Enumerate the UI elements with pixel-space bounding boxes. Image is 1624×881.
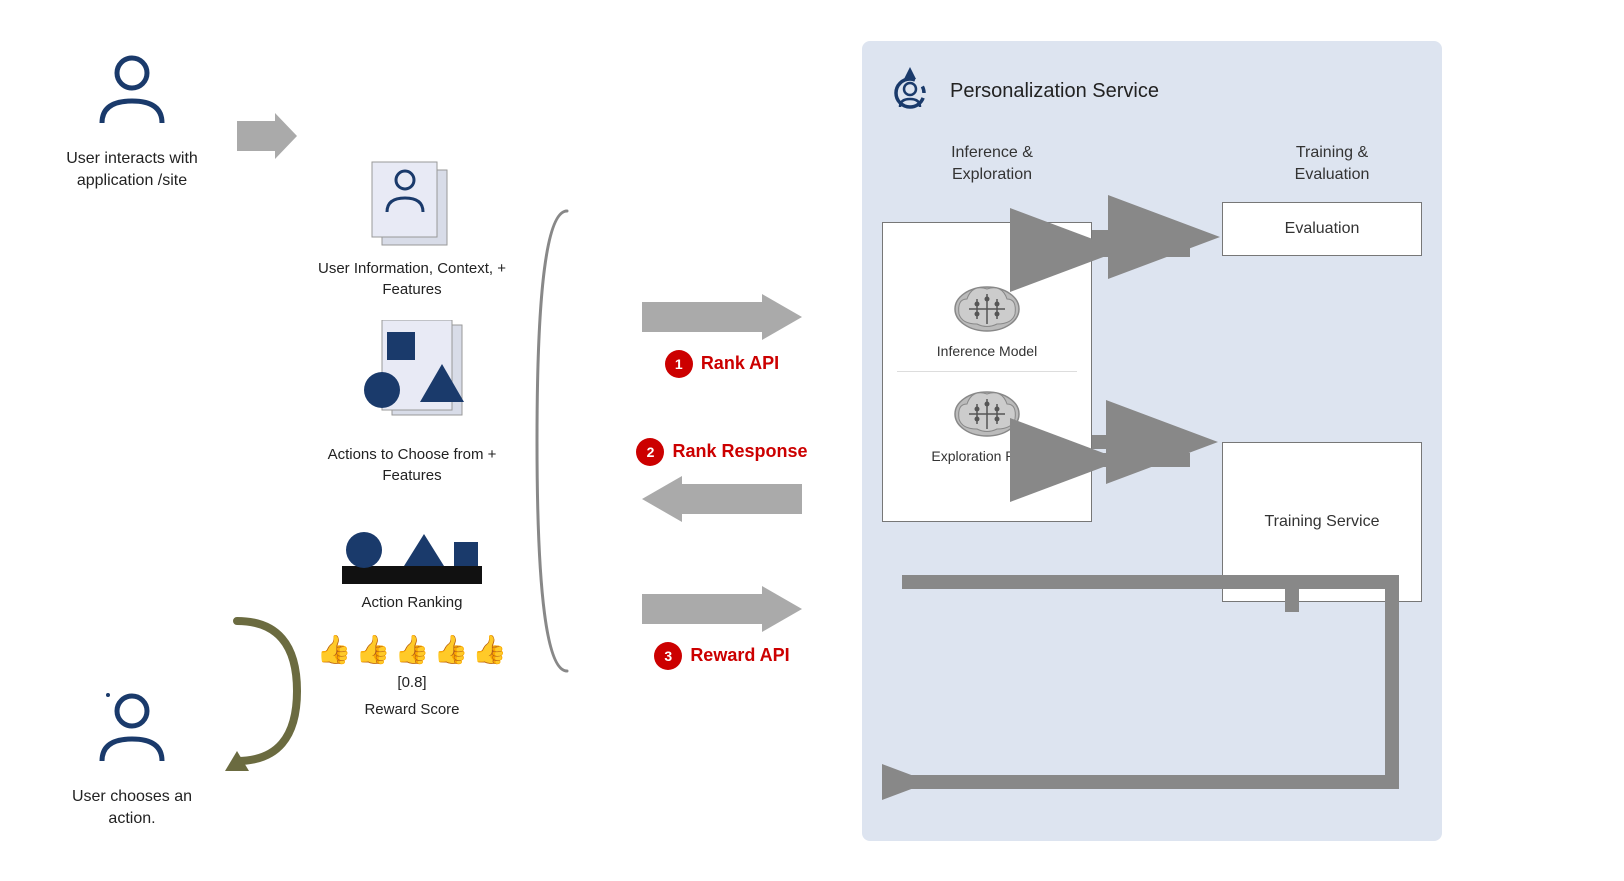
user-block-bottom: User chooses an action. — [52, 689, 212, 831]
eval-box: Evaluation — [1222, 202, 1422, 256]
inference-model-area: Inference Model — [937, 279, 1037, 359]
feature-block-3: Action Ranking — [342, 506, 482, 613]
diagram-container: User interacts with application /site Us… — [32, 21, 1592, 861]
left-section: User interacts with application /site Us… — [32, 31, 232, 851]
ranking-icon — [342, 506, 482, 586]
rank-response-text: Rank Response — [672, 441, 807, 462]
feature4-label: Reward Score — [364, 699, 459, 720]
personalization-service: Personalization Service Inference & Expl… — [862, 41, 1442, 841]
reward-api-group: 3 Reward API — [642, 584, 802, 670]
feature2-label: Actions to Choose from + Features — [312, 444, 512, 486]
ps-inner-container: Inference & Exploration Training & Evalu… — [882, 142, 1422, 822]
inference-col-label: Inference & Exploration — [951, 144, 1033, 183]
col-header-training: Training & Evaluation — [1252, 142, 1412, 187]
arrow-rank-response — [642, 474, 802, 524]
personalization-header: Personalization Service — [882, 61, 1422, 122]
arrow-right-top — [237, 111, 297, 161]
feature1-label: User Information, Context, + Features — [312, 258, 512, 300]
feature-block-1: User Information, Context, + Features — [312, 152, 512, 300]
exploration-policy-label: Exploration Policy — [931, 448, 1042, 464]
user2-label: User chooses an action. — [52, 786, 212, 831]
user-info-icon — [352, 152, 472, 252]
personalization-title: Personalization Service — [950, 80, 1159, 103]
features-section: User Information, Context, + Features Ac… — [302, 31, 522, 851]
divider — [897, 371, 1077, 372]
arrows-section: 1 Rank API 2 Rank Response 3 Reward API — [582, 31, 862, 851]
user-icon-bottom — [92, 689, 172, 774]
arrow-rank-api — [642, 292, 802, 342]
feature4-score: [0.8] — [397, 672, 426, 693]
thumb5-gray: 👍 — [472, 633, 507, 666]
ps-refresh-icon — [882, 61, 938, 122]
user-icon-top — [92, 51, 172, 136]
left-arrows — [232, 31, 302, 851]
arrow-reward-api — [642, 584, 802, 634]
rank-response-label-row: 2 Rank Response — [636, 438, 807, 466]
thumb2: 👍 — [356, 633, 391, 666]
rank-api-num: 1 — [665, 350, 693, 378]
thumb1: 👍 — [317, 633, 352, 666]
rank-api-group: 1 Rank API — [642, 292, 802, 378]
col-header-inference: Inference & Exploration — [912, 142, 1072, 187]
reward-api-label-row: 3 Reward API — [654, 642, 789, 670]
exploration-policy-area: Exploration Policy — [931, 384, 1042, 464]
rank-api-label-row: 1 Rank API — [665, 350, 779, 378]
user1-label: User interacts with application /site — [52, 148, 212, 193]
feature3-label: Action Ranking — [362, 592, 463, 613]
training-label: Training Service — [1264, 513, 1379, 531]
bracket-svg — [527, 191, 577, 691]
user-block-top: User interacts with application /site — [52, 51, 212, 193]
rank-response-num: 2 — [636, 438, 664, 466]
feature-block-4: 👍 👍 👍 👍 👍 [0.8] Reward Score — [317, 633, 507, 720]
rank-response-group: 2 Rank Response — [636, 438, 807, 524]
training-box: Training Service — [1222, 442, 1422, 602]
action-shapes-icon — [342, 320, 482, 430]
training-col-label: Training & Evaluation — [1295, 144, 1370, 183]
inference-model-label: Inference Model — [937, 343, 1037, 359]
reward-api-text: Reward API — [690, 645, 789, 666]
eval-label: Evaluation — [1285, 220, 1360, 238]
thumb3: 👍 — [395, 633, 430, 666]
inference-box: Inference Model — [882, 222, 1092, 522]
thumbs-row: 👍 👍 👍 👍 👍 — [317, 633, 507, 666]
thumb4: 👍 — [433, 633, 468, 666]
rank-api-text: Rank API — [701, 353, 779, 374]
bracket-area — [522, 31, 582, 851]
reward-api-num: 3 — [654, 642, 682, 670]
feature-block-2: Actions to Choose from + Features — [312, 444, 512, 486]
